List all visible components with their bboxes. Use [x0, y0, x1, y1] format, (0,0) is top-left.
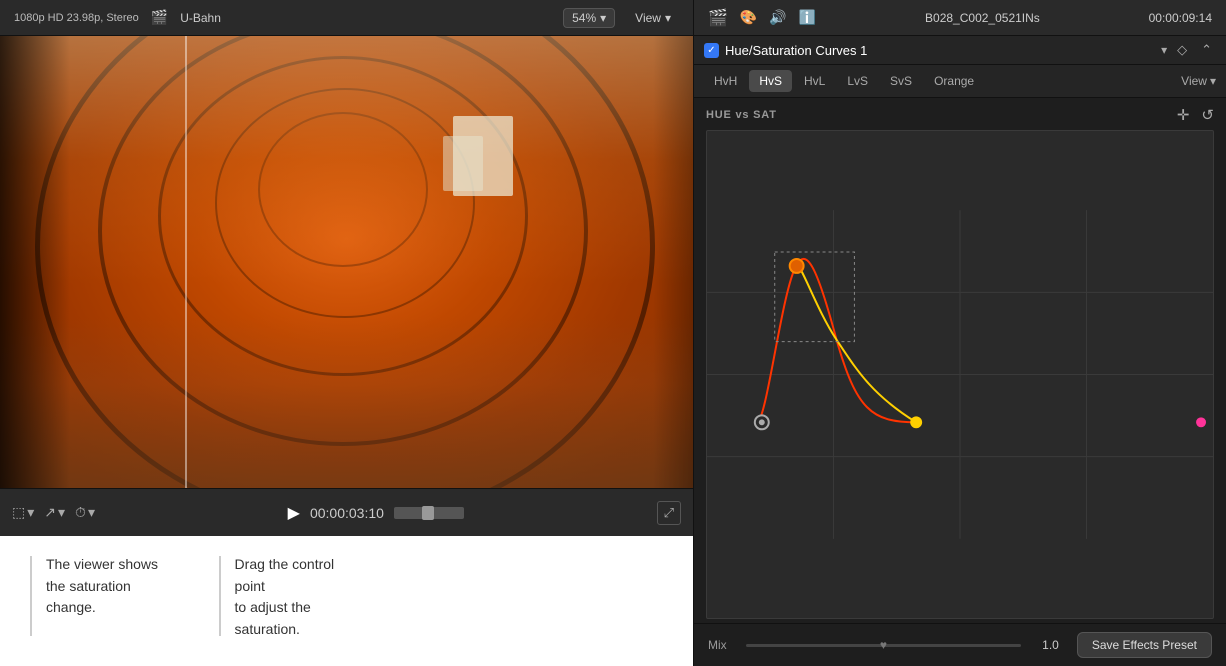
mix-label: Mix	[708, 638, 736, 652]
mix-slider-track[interactable]: ♥	[746, 644, 1021, 647]
ceiling-glow	[0, 36, 693, 285]
transport-controls: ⬚ ▾ ↗ ▾ ⏱ ▾ ▶ 00:00:03:10 ⤢	[0, 488, 693, 536]
layout-chevron-icon: ▾	[27, 504, 34, 521]
effect-selector-row: ✓ Hue/Saturation Curves 1 ▾ ◇ ⌃	[694, 36, 1226, 65]
eyedropper-icon: ✛	[1177, 107, 1190, 124]
mix-slider-icon: ♥	[880, 638, 887, 652]
audio-icon: 🔊	[769, 9, 786, 26]
view-label: View	[635, 11, 661, 25]
curve-tabs-row: HvH HvS HvL LvS SvS Orange View ▾	[694, 65, 1226, 98]
fullscreen-button[interactable]: ⤢	[657, 501, 681, 525]
caption-text-left: The viewer shows the saturation change.	[30, 554, 169, 619]
save-preset-label: Save Effects Preset	[1092, 638, 1197, 652]
tab-hvh[interactable]: HvH	[704, 70, 747, 92]
effect-checkbox[interactable]: ✓	[704, 43, 719, 58]
speed-icon: ⏱	[75, 504, 86, 521]
curve-container[interactable]	[706, 130, 1214, 619]
expand-chevron-button[interactable]: ⌃	[1197, 42, 1216, 58]
play-icon: ▶	[288, 505, 300, 522]
caption-left: The viewer shows the saturation change.	[30, 554, 169, 636]
inspector-top-bar: 🎬 🎨 🔊 ℹ️ B028_C002_0521INs 00:00:09:14	[694, 0, 1226, 35]
poster-2	[443, 136, 483, 191]
timecode-display: 00:00:09:14	[1149, 11, 1212, 25]
viewer-top-bar: 1080p HD 23.98p, Stereo 🎬 U-Bahn 54% ▾ V…	[0, 0, 694, 35]
curve-header: HUE vs SAT ✛ ↺	[706, 106, 1214, 124]
timeline-scrubber[interactable]	[394, 507, 464, 519]
zoom-chevron-icon: ▾	[600, 11, 606, 25]
left-edge-dark	[0, 36, 70, 488]
caption-text-right: Drag the control point to adjust the sat…	[219, 554, 365, 641]
transform-icon: ↗	[44, 504, 56, 521]
viewer-timecode: 00:00:03:10	[310, 505, 384, 521]
layout-btn[interactable]: ⬚ ▾	[12, 504, 34, 521]
play-button[interactable]: ▶	[288, 503, 300, 523]
layout-icon: ⬚	[12, 504, 25, 521]
save-preset-button[interactable]: Save Effects Preset	[1077, 632, 1212, 658]
tab-lvs[interactable]: LvS	[837, 70, 878, 92]
tab-hvs[interactable]: HvS	[749, 70, 792, 92]
tabs-view-label: View	[1181, 74, 1207, 88]
mix-row: Mix ♥ 1.0 Save Effects Preset	[694, 623, 1226, 666]
curve-svg	[707, 131, 1213, 618]
effect-name: Hue/Saturation Curves 1	[725, 43, 1155, 58]
zoom-button[interactable]: 54% ▾	[563, 8, 615, 28]
view-chevron-icon: ▾	[665, 11, 671, 25]
inspector-panel: ✓ Hue/Saturation Curves 1 ▾ ◇ ⌃ HvH HvS …	[694, 36, 1226, 666]
expand-chevron-icon: ⌃	[1201, 42, 1212, 57]
caption-area: The viewer shows the saturation change. …	[0, 536, 693, 666]
film-inspector-icon: 🎬	[708, 8, 728, 28]
tabs-view-button[interactable]: View ▾	[1181, 74, 1216, 88]
tab-hvl[interactable]: HvL	[794, 70, 835, 92]
chevron-down-icon: ▾	[1161, 43, 1167, 57]
zoom-value: 54%	[572, 11, 596, 25]
tab-svs[interactable]: SvS	[880, 70, 922, 92]
resolution-label: 1080p HD 23.98p, Stereo	[14, 12, 139, 24]
speed-chevron-icon: ▾	[88, 504, 95, 521]
color-icon: 🎨	[740, 9, 757, 26]
viewer-panel: ⬚ ▾ ↗ ▾ ⏱ ▾ ▶ 00:00:03:10 ⤢	[0, 36, 694, 666]
diamond-button[interactable]: ◇	[1173, 42, 1191, 58]
clip-name: B028_C002_0521INs	[925, 11, 1040, 25]
right-edge-dark	[653, 36, 693, 488]
floor-gradient	[0, 316, 693, 488]
tabs-view-chevron-icon: ▾	[1210, 74, 1216, 88]
project-name: U-Bahn	[180, 11, 221, 25]
film-icon: 🎬	[151, 9, 168, 26]
info-icon: ℹ️	[799, 9, 816, 26]
caption-right: Drag the control point to adjust the sat…	[219, 554, 365, 641]
transform-chevron-icon: ▾	[58, 504, 65, 521]
playhead-line	[185, 36, 187, 488]
curve-title: HUE vs SAT	[706, 109, 777, 121]
video-viewer	[0, 36, 693, 488]
scrubber-thumb	[422, 506, 434, 520]
transform-btn[interactable]: ↗ ▾	[44, 504, 65, 521]
eyedropper-button[interactable]: ✛	[1177, 106, 1190, 124]
checkbox-check-icon: ✓	[707, 45, 715, 56]
caption-line-right	[219, 556, 221, 636]
expand-icon: ⤢	[664, 505, 674, 520]
caption-line-left	[30, 556, 32, 636]
reset-icon: ↺	[1201, 107, 1214, 124]
curve-header-actions: ✛ ↺	[1177, 106, 1214, 124]
speed-btn[interactable]: ⏱ ▾	[75, 504, 95, 521]
mix-value: 1.0	[1031, 638, 1059, 652]
tab-orange[interactable]: Orange	[924, 70, 984, 92]
curve-panel: HUE vs SAT ✛ ↺	[694, 98, 1226, 623]
diamond-icon: ◇	[1177, 42, 1187, 57]
view-button[interactable]: View ▾	[627, 9, 679, 27]
transport-center: ▶ 00:00:03:10	[105, 503, 647, 523]
reset-curve-button[interactable]: ↺	[1201, 106, 1214, 124]
